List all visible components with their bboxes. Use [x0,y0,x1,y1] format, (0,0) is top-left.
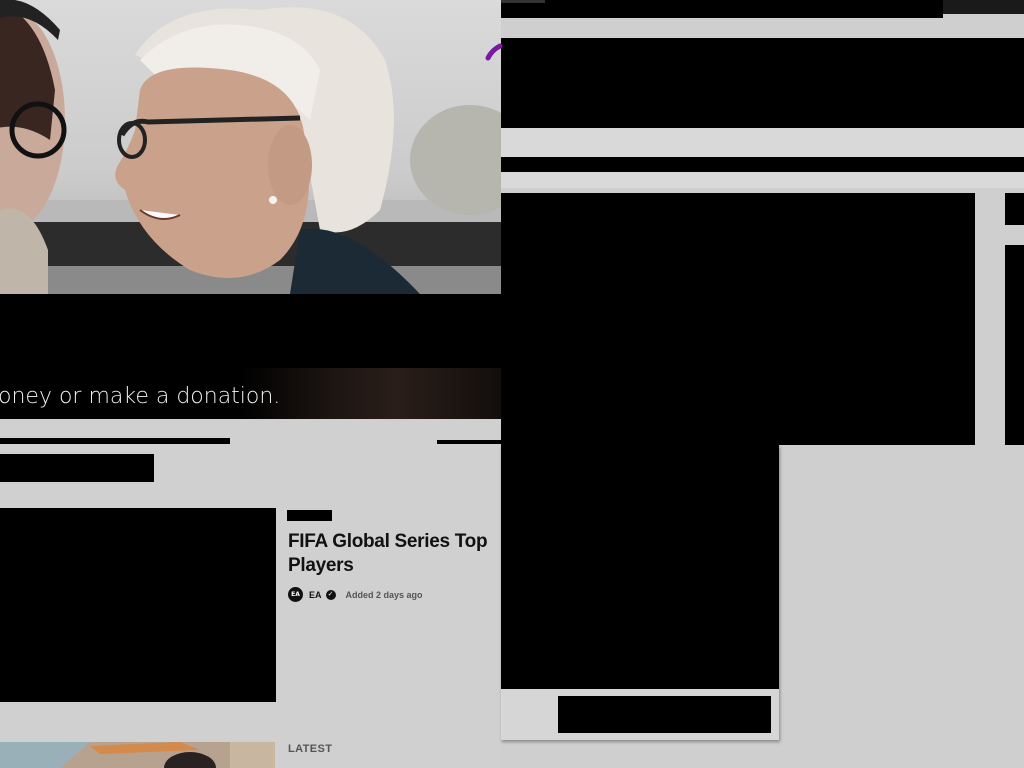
main-content-block[interactable] [501,193,975,445]
dialog-action-button[interactable] [558,696,771,733]
section-divider [0,438,230,444]
section-heading [0,454,154,482]
top-nav-bar[interactable] [501,0,943,18]
latest-article-thumbnail[interactable] [0,742,275,768]
subnav-bar[interactable] [501,157,1024,172]
publisher-logo-icon[interactable]: EA [288,587,303,602]
article-title[interactable]: FIFA Global Series Top Players [288,530,498,578]
section-divider-right [437,440,501,444]
added-timestamp: Added 2 days ago [345,589,423,600]
latest-label: LATEST [288,743,333,755]
top-nav-tab[interactable] [501,0,545,3]
accent-stroke-icon [485,43,503,61]
hero-image[interactable] [0,0,501,294]
top-nav-right[interactable] [943,0,1024,14]
featured-article-card[interactable]: FIFA Global Series Top Players EA EA ✓ A… [0,508,501,708]
dialog-content[interactable] [501,445,779,689]
header-banner[interactable] [501,38,1024,128]
article-meta: EA EA ✓ Added 2 days ago [288,587,423,602]
banner-text: oney or make a donation. [0,384,281,409]
sidebar-widget-top[interactable] [1005,193,1024,225]
donation-banner[interactable]: oney or make a donation. [0,294,501,419]
publisher-name[interactable]: EA [309,590,322,600]
verified-check-icon: ✓ [325,589,336,600]
article-page: oney or make a donation. FIFA Global Ser… [0,0,501,768]
article-category-tag [287,510,332,521]
sidebar-widget[interactable] [1005,245,1024,445]
article-thumbnail[interactable] [0,508,276,702]
